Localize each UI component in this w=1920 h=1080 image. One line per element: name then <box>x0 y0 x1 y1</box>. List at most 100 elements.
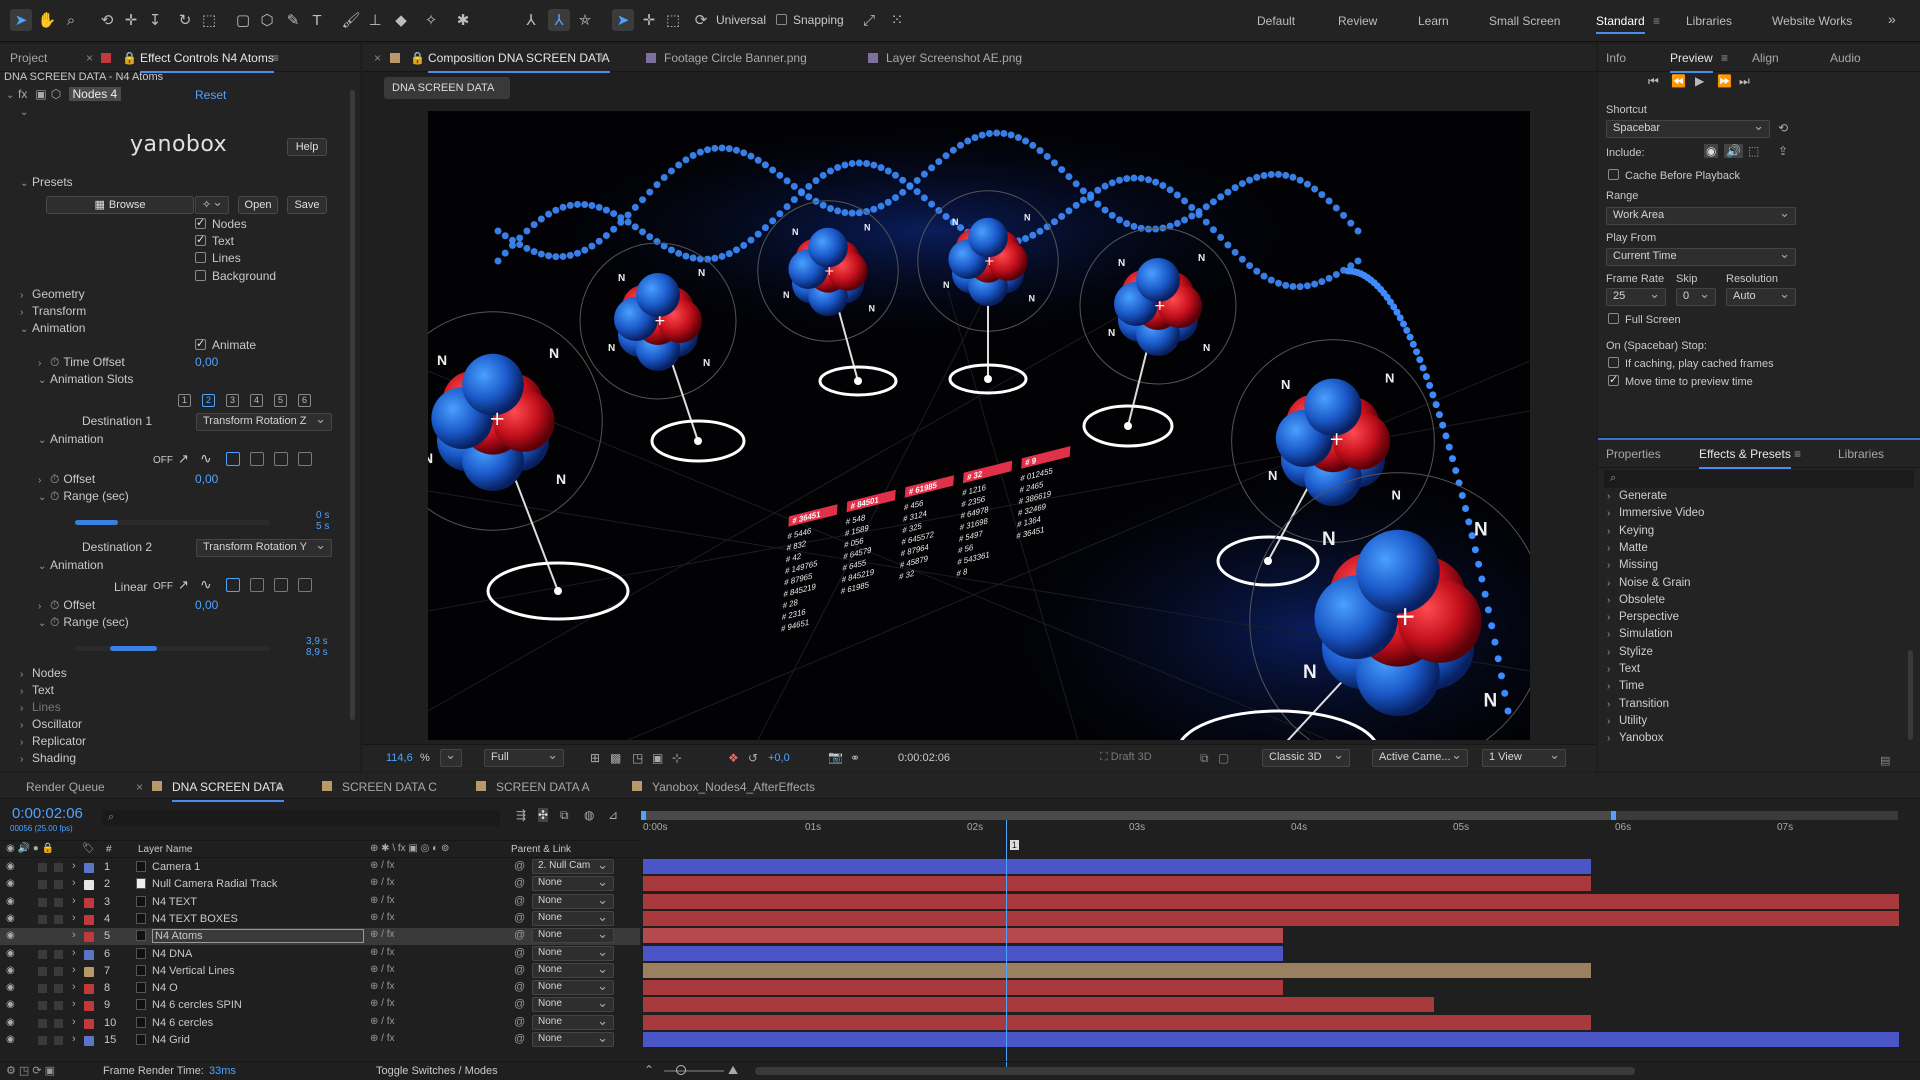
background-checkbox[interactable] <box>195 270 206 281</box>
effect-category-item[interactable]: › Time <box>1607 680 1644 692</box>
viewer-timecode[interactable]: 0:00:02:06 <box>898 752 950 764</box>
eye-icon[interactable]: ◉ <box>6 913 15 924</box>
effect-category-item[interactable]: › Missing <box>1607 559 1658 571</box>
zoom-value[interactable]: 114,6 <box>386 752 413 764</box>
chevron-right-icon[interactable]: › <box>72 860 76 872</box>
include-overlay-icon[interactable]: ⬚ <box>1748 144 1759 158</box>
label-color-swatch[interactable] <box>84 914 94 925</box>
fx-icon[interactable]: fx <box>18 87 27 101</box>
close-tab-icon[interactable]: × <box>374 51 381 65</box>
chevron-right-icon[interactable]: › <box>72 929 76 941</box>
effect-category-item[interactable]: › Utility <box>1607 715 1647 727</box>
chevron-right-icon[interactable]: › <box>72 981 76 993</box>
layer-row[interactable]: ◉ › 15 N4 Grid ⊕ / fx @ None <box>0 1032 640 1049</box>
pickwhip-icon[interactable]: @ <box>514 912 525 924</box>
label-color-swatch[interactable] <box>84 880 94 891</box>
layer-duration-bar[interactable] <box>643 859 1591 874</box>
include-video-icon[interactable]: ◉ <box>1704 144 1719 158</box>
label-color-swatch[interactable] <box>84 863 94 873</box>
workspace-standard[interactable]: Standard <box>1596 14 1645 34</box>
last-frame-icon[interactable]: ⏭ <box>1739 74 1750 89</box>
pickwhip-icon[interactable]: @ <box>514 1033 525 1045</box>
tab-layer[interactable]: Layer Screenshot AE.png <box>886 51 1022 65</box>
reset-link[interactable]: Reset <box>195 88 226 102</box>
layer-name[interactable]: N4 Vertical Lines <box>152 965 235 977</box>
animation-sub-2[interactable]: ⌄ Animation <box>38 558 103 572</box>
effect-category-item[interactable]: › Transition <box>1607 698 1669 710</box>
pickwhip-icon[interactable]: @ <box>514 860 525 872</box>
eye-icon[interactable]: ◉ <box>6 861 15 872</box>
mask-icon[interactable]: ◳ <box>632 751 643 765</box>
chevron-right-icon[interactable]: › <box>72 947 76 959</box>
effect-category-item[interactable]: › Text <box>1607 663 1640 675</box>
chevron-right-icon[interactable]: › <box>72 877 76 889</box>
layer-duration-bar[interactable] <box>643 910 1899 926</box>
comp-viewer[interactable]: + N N N N + N N N N + N N N N + N N N N + N N N N + N N N N + N N N N # 36… <box>428 111 1530 740</box>
panel-menu-icon[interactable]: ≡ <box>1794 447 1801 461</box>
browse-button[interactable]: ▦ Browse <box>46 196 194 214</box>
skip-dropdown[interactable]: 0 <box>1676 288 1716 306</box>
text-group[interactable]: › Text <box>20 683 54 697</box>
stopwatch-icon[interactable]: ⏱ <box>50 489 59 503</box>
save-button[interactable]: Save <box>287 196 327 214</box>
label-color-swatch[interactable] <box>84 984 94 995</box>
pickwhip-icon[interactable]: @ <box>514 895 525 907</box>
scale-mode-icon[interactable]: ⬚ <box>662 9 684 31</box>
tab-libraries[interactable]: Libraries <box>1838 447 1884 461</box>
transform-group[interactable]: › Transform <box>20 304 86 318</box>
background-checkbox-row[interactable]: Background <box>195 269 276 283</box>
tab-effects-presets[interactable]: Effects & Presets <box>1699 447 1791 469</box>
label-color-swatch[interactable] <box>84 949 94 960</box>
layer-duration-bar[interactable] <box>643 945 1283 961</box>
layer-name-column[interactable]: Layer Name <box>138 844 192 855</box>
layer-switches[interactable]: ⊕ / fx <box>370 1016 395 1027</box>
include-audio-icon[interactable]: 🔊 <box>1724 144 1743 158</box>
snapping-checkbox[interactable] <box>776 14 787 25</box>
oscillator-group[interactable]: › Oscillator <box>20 717 82 731</box>
effect-category-item[interactable]: › Matte <box>1607 542 1648 554</box>
full-screen-checkbox[interactable] <box>1608 313 1619 324</box>
effects-search-input[interactable]: ⌕ <box>1604 470 1914 488</box>
layer-switches[interactable]: ⊕ / fx <box>370 912 395 923</box>
layer-row[interactable]: ◉ › 2 Null Camera Radial Track ⊕ / fx @ None <box>0 876 640 893</box>
destination-2-dropdown[interactable]: Transform Rotation Y <box>196 539 332 557</box>
workspace-small-screen[interactable]: Small Screen <box>1489 14 1560 28</box>
effect-category-item[interactable]: › Yanobox <box>1607 732 1664 744</box>
parent-dropdown[interactable]: None <box>532 980 614 996</box>
lock-icon[interactable] <box>54 880 63 890</box>
axis-world-icon[interactable]: ⅄ <box>548 9 570 31</box>
zoom-out-icon[interactable]: ⌃ <box>644 1063 654 1077</box>
solo-icon[interactable] <box>38 863 47 872</box>
zoom-slider[interactable] <box>664 1070 724 1072</box>
lock-icon[interactable] <box>54 863 63 872</box>
animation-sub-1[interactable]: ⌄ Animation <box>38 432 103 446</box>
lock-icon[interactable] <box>54 1036 63 1045</box>
pickwhip-icon[interactable]: @ <box>514 877 525 889</box>
offset-value-2[interactable]: 0,00 <box>195 598 218 612</box>
reset-shortcut-icon[interactable]: ⟲ <box>1778 121 1788 135</box>
tab-yanobox-nodes4[interactable]: Yanobox_Nodes4_AfterEffects <box>652 780 815 794</box>
solo-icon[interactable] <box>38 897 47 907</box>
show-snapshot-icon[interactable]: ⚭ <box>850 751 860 765</box>
text-checkbox-row[interactable]: Text <box>195 233 234 248</box>
pickwhip-icon[interactable]: @ <box>514 964 525 976</box>
layer-name[interactable]: N4 6 cercles <box>152 1017 213 1029</box>
layer-switches[interactable]: ⊕ / fx <box>370 947 395 958</box>
layer-row[interactable]: ◉ › 8 N4 O ⊕ / fx @ None <box>0 980 640 997</box>
layer-name[interactable]: Null Camera Radial Track <box>152 878 277 890</box>
time-ruler[interactable]: 0:00s 01s 02s 03s 04s 05s 06s 07s 1 <box>643 822 1898 858</box>
solo-icon[interactable] <box>38 984 47 994</box>
animate-checkbox-row[interactable]: Animate <box>195 337 256 352</box>
workspace-overflow-icon[interactable]: » <box>1888 11 1896 27</box>
wave-curve-icon[interactable]: ∿ <box>200 450 212 467</box>
puppet-tool-icon[interactable]: ✱ <box>452 9 474 31</box>
tab-dna-screen-data[interactable]: DNA SCREEN DATA <box>172 780 284 802</box>
timeline-search-input[interactable]: ⌕ <box>102 810 500 826</box>
eye-icon[interactable]: ◉ <box>6 999 15 1010</box>
eye-icon[interactable]: ◉ <box>6 896 15 907</box>
tab-audio[interactable]: Audio <box>1830 51 1861 65</box>
axis-local-icon[interactable]: ⅄ <box>520 9 542 31</box>
comp-marker[interactable]: 1 <box>1009 840 1019 850</box>
time-offset-value[interactable]: 0,00 <box>195 355 218 369</box>
eye-icon[interactable]: ◉ <box>6 965 15 976</box>
